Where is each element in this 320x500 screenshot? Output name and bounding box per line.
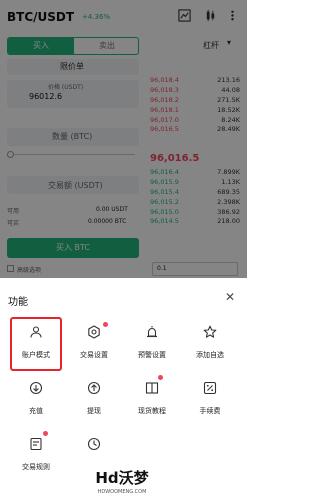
rules-icon — [30, 437, 42, 451]
item-trade-rules[interactable]: 交易规则 — [11, 430, 61, 480]
notification-dot — [103, 322, 108, 327]
svg-text:Hd沃梦: Hd沃梦 — [95, 469, 149, 487]
item-label: 现货教程 — [138, 407, 166, 415]
deposit-icon — [29, 381, 43, 395]
watermark-logo: Hd沃梦 HDWOOMENG.COM — [95, 469, 149, 495]
withdraw-icon — [87, 381, 101, 395]
alert-settings-icon — [147, 326, 157, 338]
modal-overlay[interactable] — [0, 0, 247, 278]
item-label: 添加自选 — [196, 351, 224, 359]
item-label: 充值 — [29, 407, 43, 415]
item-deposit[interactable]: 充值 — [11, 374, 61, 424]
item-withdraw[interactable]: 提现 — [69, 374, 119, 424]
fee-icon — [203, 381, 217, 395]
star-icon — [203, 325, 217, 338]
book-icon — [145, 382, 159, 394]
item-label: 交易设置 — [80, 351, 108, 359]
item-label: 手续费 — [199, 407, 221, 415]
highlight-box — [10, 317, 62, 371]
close-icon[interactable]: ✕ — [225, 290, 235, 304]
item-spot-tutorial[interactable]: 现货教程 — [127, 374, 177, 424]
item-alert-settings[interactable]: 预警设置 — [127, 318, 177, 368]
history-icon — [87, 437, 101, 451]
sheet-title: 功能 — [8, 297, 28, 308]
item-fees[interactable]: 手续费 — [185, 374, 235, 424]
item-trade-settings[interactable]: 交易设置 — [69, 318, 119, 368]
item-add-favorite[interactable]: 添加自选 — [185, 318, 235, 368]
item-label: 预警设置 — [138, 351, 166, 359]
notification-dot — [43, 431, 48, 436]
item-label: 交易规则 — [22, 463, 50, 471]
item-label: 提现 — [87, 407, 101, 415]
app-root: BTC/USDT +4.36% 买入 卖出 杠杆 ▾ 限价单 价格 (USDT)… — [0, 0, 247, 500]
trade-settings-icon — [88, 325, 100, 339]
svg-text:HDWOOMENG.COM: HDWOOMENG.COM — [98, 489, 147, 495]
notification-dot — [158, 375, 163, 380]
